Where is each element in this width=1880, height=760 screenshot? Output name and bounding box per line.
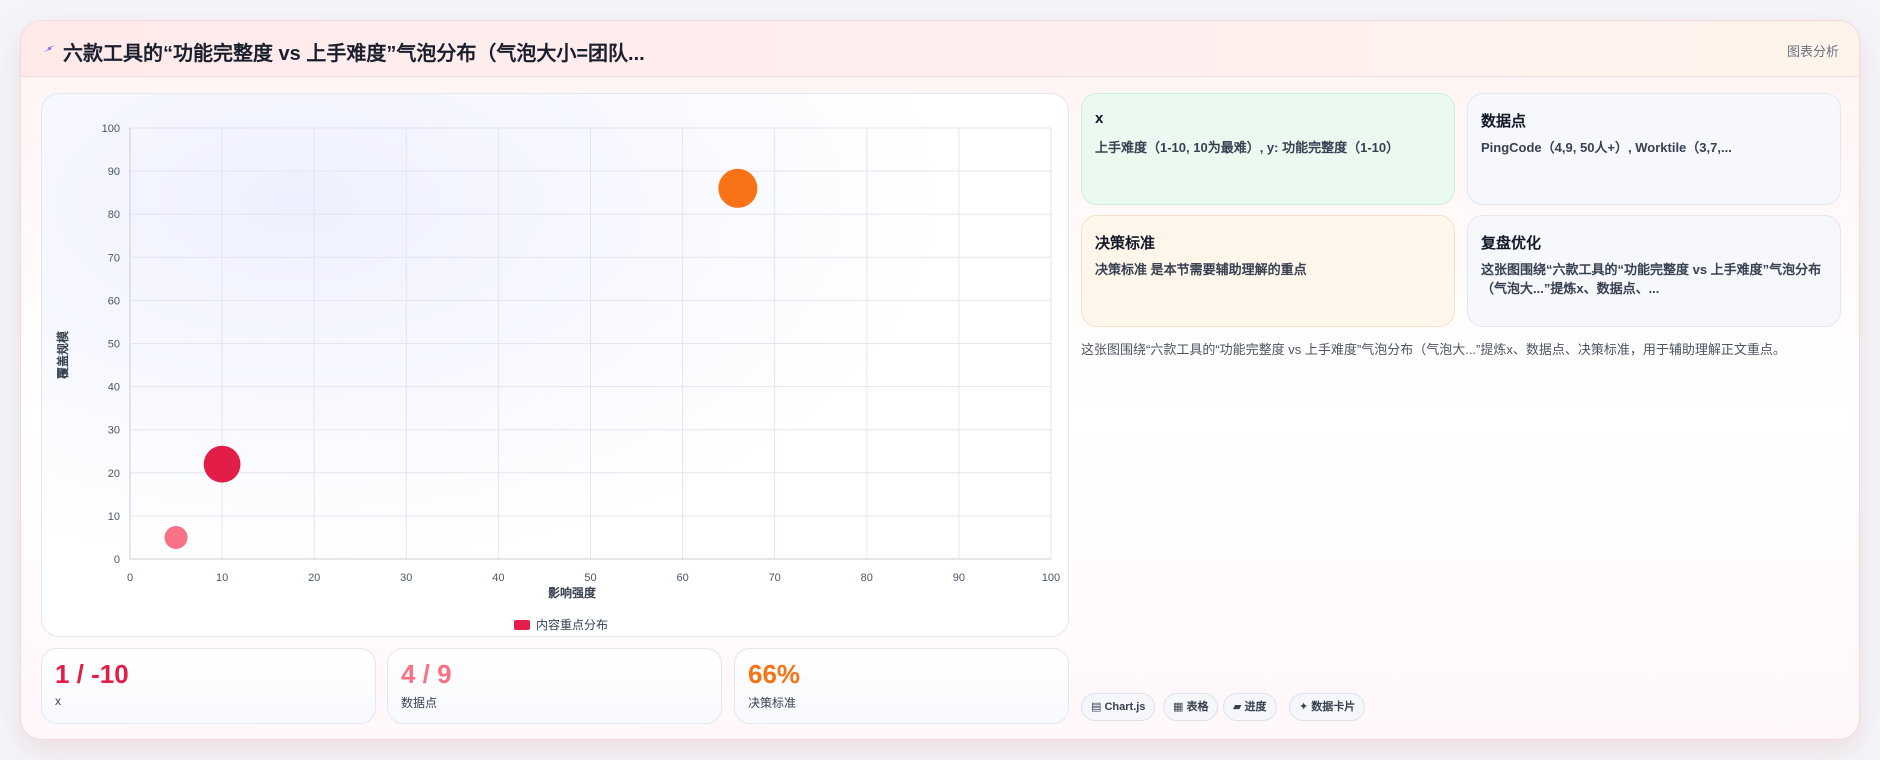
sparkle-icon xyxy=(43,45,55,52)
bubble-chart: 0 10 20 30 40 50 60 70 80 90 100 0 10 20 30 40 50 60 70 80 9… xyxy=(55,123,1061,632)
y-tick-label: 70 xyxy=(108,252,120,264)
card-header: 六款工具的“功能完整度 vs 上手难度”气泡分布（气泡大小=团队... 图表分析 xyxy=(21,21,1859,77)
chart-panel: 0 10 20 30 40 50 60 70 80 90 100 0 10 20 30 40 50 60 70 80 9… xyxy=(41,93,1069,637)
y-tick-label: 80 xyxy=(108,209,120,221)
bubble-point[interactable] xyxy=(203,445,241,483)
x-axis-label: 影响强度 xyxy=(548,585,597,600)
x-tick-label: 30 xyxy=(400,572,412,584)
progress-icon: ▰ xyxy=(1233,701,1242,713)
info-card-title: x xyxy=(1095,110,1104,127)
chip-label: 进度 xyxy=(1244,701,1267,713)
stat-card-data-points: 4 / 9 数据点 xyxy=(387,648,722,724)
stat-label: 决策标准 xyxy=(748,696,797,710)
stat-value: 4 / 9 xyxy=(401,659,452,689)
stat-label: x xyxy=(55,694,61,708)
info-card-review: 复盘优化 这张图围绕“六款工具的“功能完整度 vs 上手难度”气泡分布（气泡大.… xyxy=(1467,215,1841,327)
bubble-point[interactable] xyxy=(718,168,758,208)
info-card-text: 上手难度（1-10, 10为最难）, y: 功能完整度（1-10） xyxy=(1095,140,1400,155)
chart-points xyxy=(164,168,758,549)
table-icon: ▦ xyxy=(1173,701,1184,713)
chart-icon: ▤ xyxy=(1091,701,1102,713)
y-tick-label: 90 xyxy=(108,166,120,178)
x-tick-label: 100 xyxy=(1042,572,1060,584)
legend-label[interactable]: 内容重点分布 xyxy=(536,617,608,632)
chip-chartjs[interactable]: ▤ Chart.js xyxy=(1081,693,1156,721)
chart-ticks: 0 10 20 30 40 50 60 70 80 90 100 0 10 20 30 40 50 60 70 80 9… xyxy=(102,123,1061,584)
info-card-text: 决策标准 是本节需要辅助理解的重点 xyxy=(1095,262,1307,277)
x-tick-label: 60 xyxy=(676,572,688,584)
stat-value: 1 / -10 xyxy=(55,659,129,689)
sparkle-icon: ✦ xyxy=(1299,701,1309,713)
y-tick-label: 40 xyxy=(108,382,120,394)
chip-data-card[interactable]: ✦ 数据卡片 xyxy=(1289,693,1366,721)
legend-swatch[interactable] xyxy=(514,620,530,630)
chart-analysis-tag: 图表分析 xyxy=(1786,44,1839,59)
info-card-title: 数据点 xyxy=(1481,113,1527,130)
stat-card-x: 1 / -10 x xyxy=(41,648,376,724)
y-tick-label: 60 xyxy=(108,295,120,307)
chip-progress[interactable]: ▰ 进度 xyxy=(1223,693,1277,721)
x-tick-label: 50 xyxy=(584,572,596,584)
stat-label: 数据点 xyxy=(401,696,438,710)
x-tick-label: 20 xyxy=(308,572,320,584)
x-tick-label: 90 xyxy=(953,572,965,584)
chart-grid xyxy=(129,127,1052,560)
chip-label: 数据卡片 xyxy=(1311,701,1356,713)
info-card-text: PingCode（4,9, 50人+）, Worktile（3,7,... xyxy=(1481,140,1732,155)
x-tick-label: 10 xyxy=(216,572,228,584)
info-card-decision: 决策标准 决策标准 是本节需要辅助理解的重点 xyxy=(1081,215,1455,327)
chip-table[interactable]: ▦ 表格 xyxy=(1163,693,1219,721)
y-axis-label: 覆盖规模 xyxy=(55,330,70,380)
bubble-point[interactable] xyxy=(164,525,188,549)
info-card-title: 复盘优化 xyxy=(1481,235,1542,252)
info-card-data-points: 数据点 PingCode（4,9, 50人+）, Worktile（3,7,..… xyxy=(1467,93,1841,205)
page-title: 六款工具的“功能完整度 vs 上手难度”气泡分布（气泡大小=团队... xyxy=(63,43,645,65)
y-tick-label: 10 xyxy=(108,511,120,523)
info-card-x: x 上手难度（1-10, 10为最难）, y: 功能完整度（1-10） xyxy=(1081,93,1455,205)
chip-label: 表格 xyxy=(1186,701,1209,713)
chart-summary: 这张图围绕“六款工具的“功能完整度 vs 上手难度”气泡分布（气泡大...”提炼… xyxy=(1081,342,1786,357)
y-tick-label: 0 xyxy=(114,554,120,566)
x-tick-label: 70 xyxy=(769,572,781,584)
x-tick-label: 80 xyxy=(861,572,873,584)
y-tick-label: 100 xyxy=(102,123,120,135)
stat-card-decision: 66% 决策标准 xyxy=(734,648,1069,724)
chart-card: 六款工具的“功能完整度 vs 上手难度”气泡分布（气泡大小=团队... 图表分析… xyxy=(20,20,1860,740)
x-tick-label: 0 xyxy=(127,572,133,584)
info-card-text: 这张图围绕“六款工具的“功能完整度 vs 上手难度”气泡分布（气泡大...”提炼… xyxy=(1481,262,1822,296)
y-tick-label: 50 xyxy=(108,339,120,351)
x-tick-label: 40 xyxy=(492,572,504,584)
info-card-title: 决策标准 xyxy=(1095,235,1156,252)
chip-label: Chart.js xyxy=(1104,701,1146,713)
y-tick-label: 30 xyxy=(108,425,120,437)
stat-value: 66% xyxy=(748,659,801,689)
y-tick-label: 20 xyxy=(108,468,120,480)
